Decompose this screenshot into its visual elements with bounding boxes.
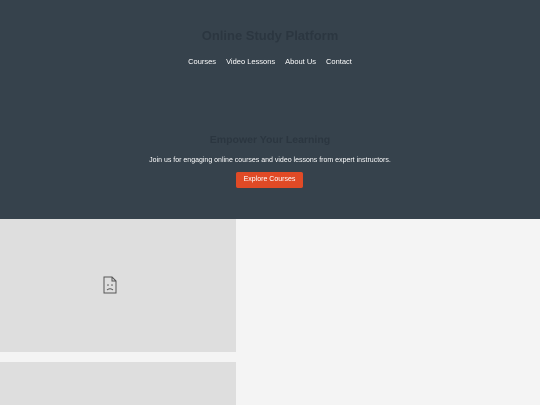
broken-image-icon <box>103 276 117 294</box>
course-image-placeholder <box>0 219 236 352</box>
hero-heading: Empower Your Learning <box>209 134 331 146</box>
site-title: Online Study Platform <box>201 28 339 43</box>
nav-about-us[interactable]: About Us <box>285 56 316 67</box>
nav-contact[interactable]: Contact <box>326 56 352 67</box>
hero-text: Join us for engaging online courses and … <box>149 157 391 164</box>
nav-video-lessons[interactable]: Video Lessons <box>226 56 275 67</box>
course-image-placeholder-2 <box>0 362 236 405</box>
main-nav: Courses Video Lessons About Us Contact <box>0 56 540 67</box>
nav-courses[interactable]: Courses <box>188 56 216 67</box>
explore-courses-button[interactable]: Explore Courses <box>236 172 303 188</box>
hero-section: Online Study Platform Courses Video Less… <box>0 0 540 219</box>
